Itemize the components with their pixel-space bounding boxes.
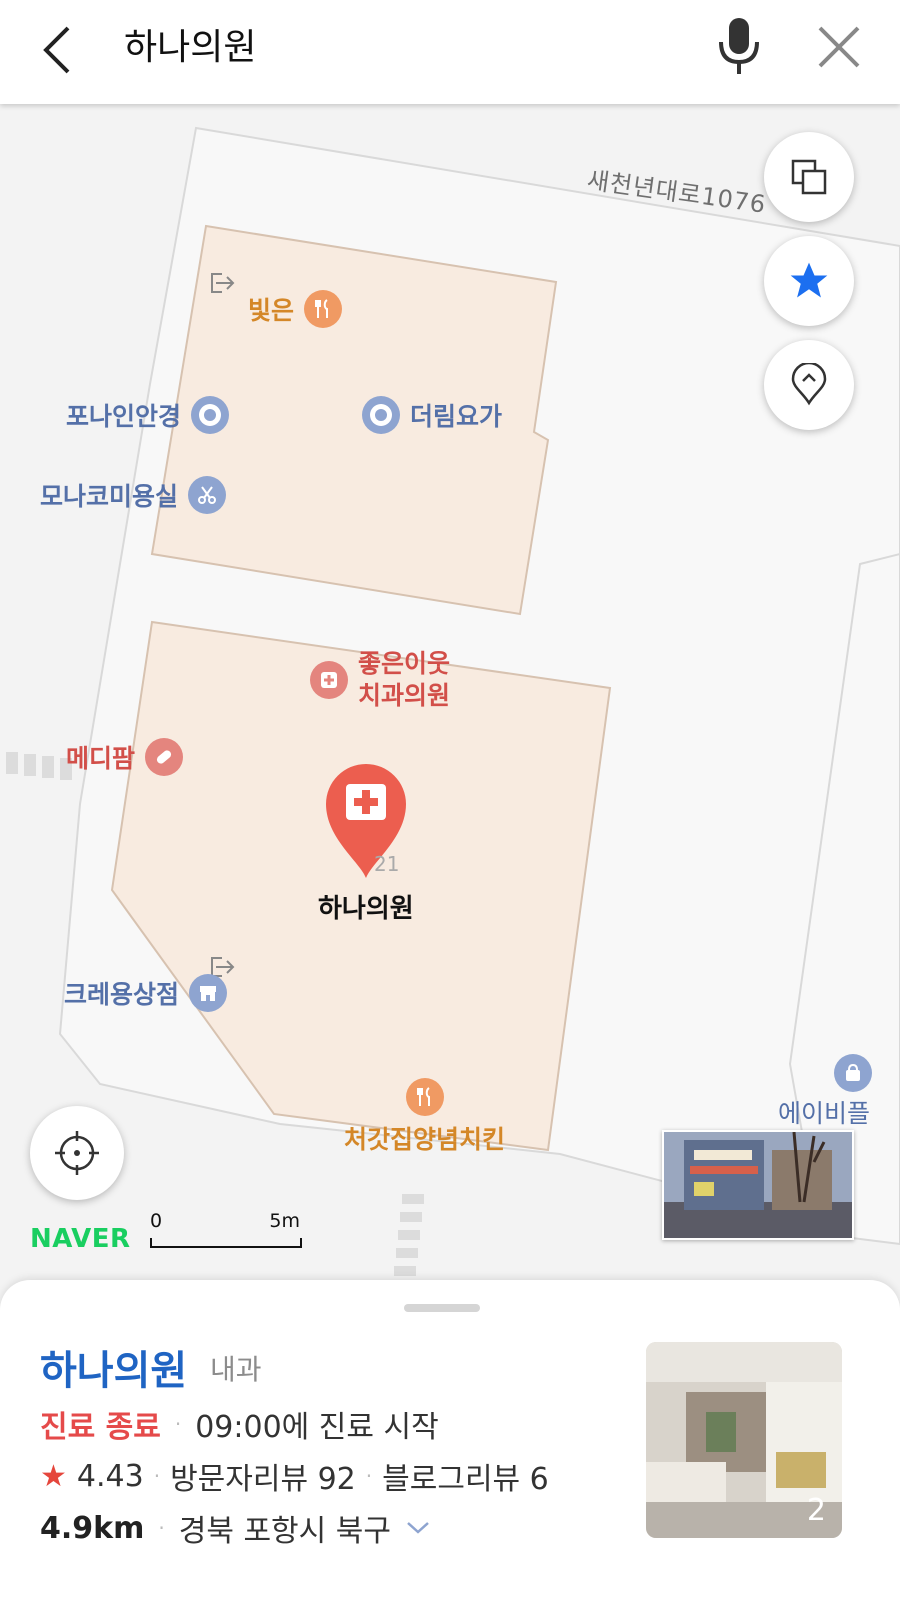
close-icon[interactable] xyxy=(814,22,864,72)
scissors-icon xyxy=(188,476,227,514)
microphone-icon[interactable] xyxy=(714,14,764,78)
separator: · xyxy=(174,1412,182,1436)
layers-icon xyxy=(791,159,827,195)
status-badge: 진료 종료 xyxy=(40,1410,161,1445)
poi-label: 빛은 xyxy=(248,296,295,325)
poi-label: 처갓집양념치킨 xyxy=(344,1125,506,1154)
crosshair-icon xyxy=(55,1131,99,1175)
shopping-bag-icon xyxy=(834,1054,872,1092)
selected-place-label[interactable]: 하나의원 xyxy=(318,888,414,925)
map-view[interactable]: 새천년대로1076 빛은 포나인안경 더림요가 모나코미용실 좋은이웃 치과의원… xyxy=(0,104,900,1304)
blog-reviews[interactable]: 블로그리뷰 6 xyxy=(382,1454,549,1498)
hospital-icon xyxy=(310,661,348,699)
back-arrow-icon[interactable] xyxy=(38,20,78,80)
rating-row: ★ 4.43 · 방문자리뷰 92 · 블로그리뷰 6 xyxy=(40,1454,549,1498)
poi-fornine[interactable]: 포나인안경 xyxy=(66,396,230,434)
poi-dream-yoga[interactable]: 더림요가 xyxy=(362,396,502,434)
hours-row: 진료 종료 · 09:00에 진료 시작 xyxy=(40,1402,439,1446)
poi-label: 크레용상점 xyxy=(64,980,180,1009)
poi-label: 모나코미용실 xyxy=(40,482,179,511)
scale-start: 0 xyxy=(150,1210,163,1232)
visitor-reviews[interactable]: 방문자리뷰 92 xyxy=(170,1454,356,1498)
naver-logo: NAVER xyxy=(30,1224,131,1254)
building-number: 21 xyxy=(374,852,400,876)
poi-monaco[interactable]: 모나코미용실 xyxy=(40,476,227,514)
shop-pin-icon xyxy=(191,396,230,434)
star-icon xyxy=(790,262,828,298)
current-location-button[interactable] xyxy=(30,1106,124,1200)
poi-medipharm[interactable]: 메디팜 xyxy=(66,738,184,776)
poi-chicken[interactable]: 처갓집양념치킨 xyxy=(344,1078,505,1156)
next-open: 09:00에 진료 시작 xyxy=(195,1410,439,1445)
search-query[interactable]: 하나의원 xyxy=(124,18,256,70)
favorite-button[interactable] xyxy=(764,236,854,326)
store-icon xyxy=(189,974,228,1012)
poi-label: 좋은이웃 치과의원 xyxy=(358,649,451,710)
rating-value: 4.43 xyxy=(76,1458,144,1494)
layers-button[interactable] xyxy=(764,132,854,222)
scale-bar: 0 5m xyxy=(150,1210,302,1250)
map-pin-icon xyxy=(791,363,827,406)
pill-icon xyxy=(145,738,184,776)
scale-end: 5m xyxy=(269,1210,300,1232)
place-info-sheet[interactable]: 하나의원 내과 진료 종료 · 09:00에 진료 시작 ★ 4.43 · 방문… xyxy=(0,1280,900,1610)
star-icon: ★ xyxy=(40,1458,67,1494)
scale-line xyxy=(150,1238,302,1248)
separator: · xyxy=(365,1464,373,1488)
address-row: 4.9km · 경북 포항시 북구 xyxy=(40,1506,431,1550)
shop-pin-icon xyxy=(362,396,400,434)
sheet-handle[interactable] xyxy=(404,1304,480,1312)
restaurant-icon xyxy=(405,1078,444,1116)
place-name[interactable]: 하나의원 xyxy=(40,1338,187,1396)
restaurant-icon xyxy=(304,290,343,328)
poi-label: 포나인안경 xyxy=(66,402,182,431)
place-category: 내과 xyxy=(210,1353,262,1386)
chevron-down-icon[interactable] xyxy=(405,1520,431,1536)
address[interactable]: 경북 포항시 북구 xyxy=(179,1506,391,1550)
distance: 4.9km xyxy=(40,1510,145,1546)
location-pin-button[interactable] xyxy=(764,340,854,430)
separator: · xyxy=(153,1464,161,1488)
street-view-image xyxy=(664,1132,852,1238)
search-bar: 하나의원 xyxy=(0,0,900,104)
poi-label: 메디팜 xyxy=(66,744,136,773)
photo-count: 2 xyxy=(806,1493,826,1528)
poi-dentist[interactable]: 좋은이웃 치과의원 xyxy=(310,648,450,712)
poi-label: 더림요가 xyxy=(410,402,503,431)
poi-binneun[interactable]: 빛은 xyxy=(248,290,343,328)
poi-creuse[interactable]: 크레용상점 xyxy=(64,974,228,1012)
place-photo[interactable]: 2 xyxy=(646,1342,842,1538)
separator: · xyxy=(158,1516,165,1540)
street-view-thumbnail[interactable] xyxy=(662,1130,854,1240)
